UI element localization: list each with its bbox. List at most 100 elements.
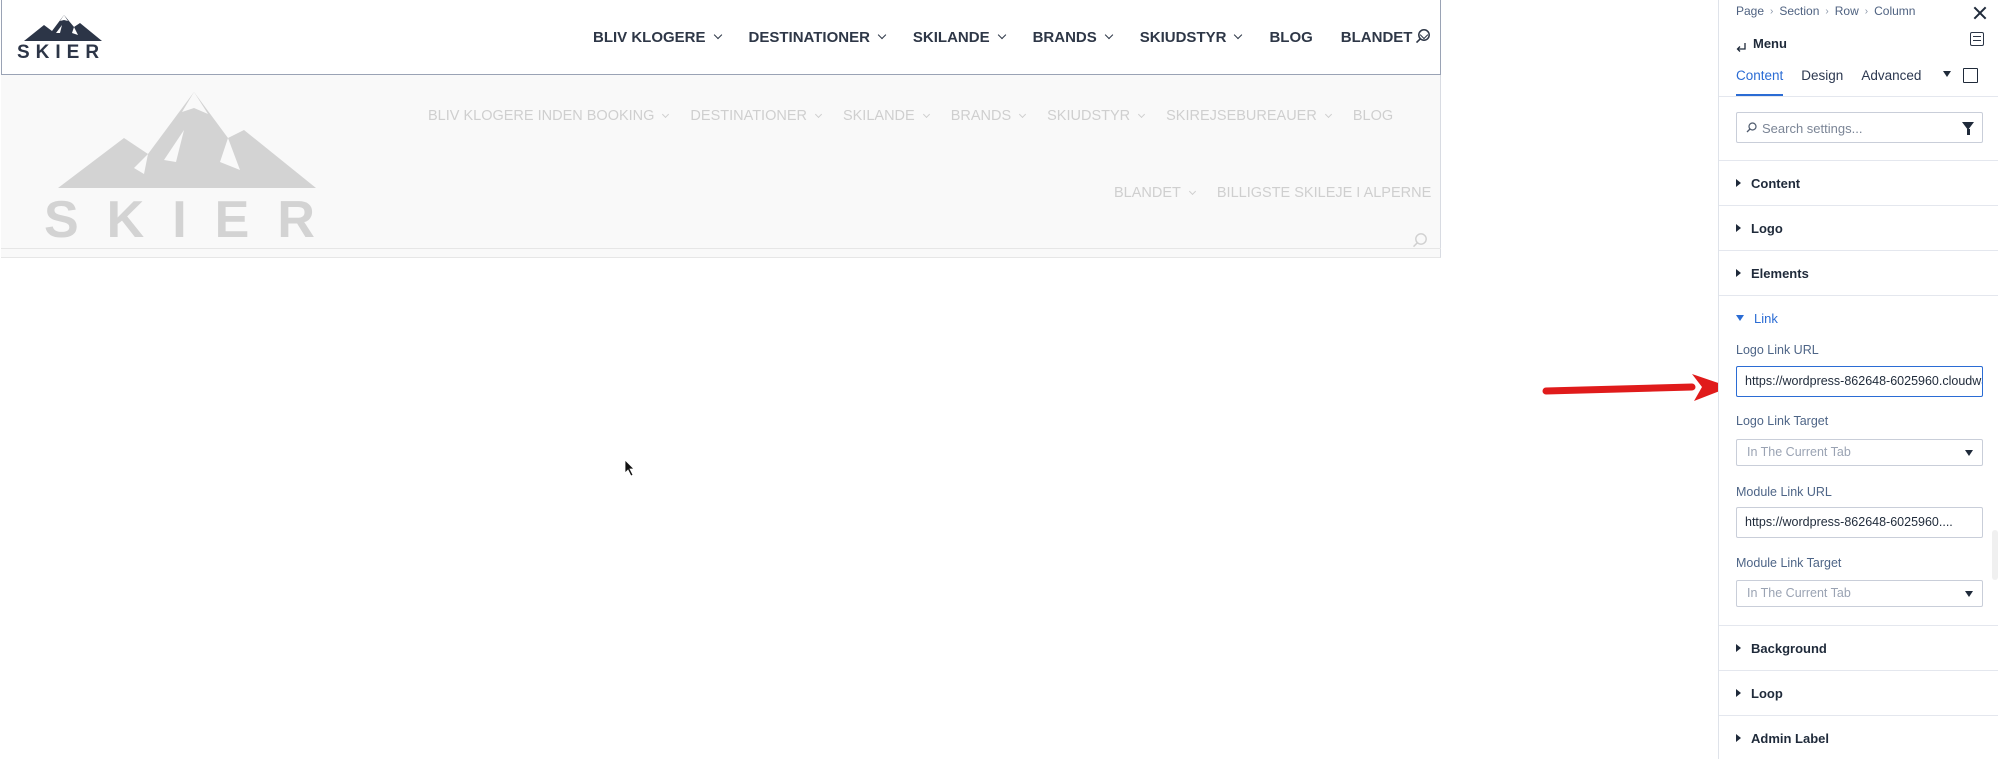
breadcrumb-row[interactable]: Row	[1835, 4, 1859, 18]
nav-item-label: BLOG	[1269, 28, 1313, 46]
mountain-logo-icon	[24, 15, 102, 41]
ghost-nav-item: SKIREJSEBUREAUER	[1166, 108, 1332, 124]
section-elements[interactable]: Elements	[1719, 250, 1998, 295]
chevron-down-icon	[1234, 30, 1243, 40]
filter-icon[interactable]	[1962, 122, 1974, 135]
caret-right-icon	[1736, 179, 1741, 187]
ghost-nav-item: BLANDET	[1114, 185, 1196, 201]
chevron-down-icon	[1965, 591, 1973, 597]
section-label: Elements	[1751, 265, 1809, 281]
ghost-nav-row: BLANDET BILLIGSTE SKILEJE I ALPERNE	[1114, 185, 1453, 201]
ghost-nav-label: SKIREJSEBUREAUER	[1166, 108, 1317, 124]
close-icon[interactable]	[1972, 5, 1988, 21]
main-nav: BLIV KLOGERE DESTINATIONER SKILANDE BRANDS S…	[593, 26, 1441, 48]
ghost-nav-label: BLOG	[1352, 108, 1394, 124]
select-value: In The Current Tab	[1747, 445, 1851, 459]
nav-item-label: BLANDET	[1340, 28, 1413, 46]
ghost-nav-item: BRANDS	[950, 108, 1027, 124]
ghost-nav-label: SKILANDE	[842, 108, 915, 124]
chevron-down-icon	[1965, 450, 1973, 456]
back-arrow-icon[interactable]	[1735, 40, 1747, 52]
caret-right-icon	[1736, 269, 1741, 277]
chevron-right-icon: ›	[1770, 5, 1774, 17]
chevron-down-icon	[662, 110, 670, 119]
section-logo[interactable]: Logo	[1719, 205, 1998, 250]
section-label: Admin Label	[1751, 730, 1830, 746]
logo-text: SKIER	[17, 42, 106, 63]
chevron-down-icon	[1019, 110, 1027, 119]
search-settings-box[interactable]	[1736, 112, 1983, 143]
breadcrumb-section[interactable]: Section	[1779, 4, 1819, 18]
ghost-nav-label: DESTINATIONER	[690, 108, 807, 124]
breadcrumb-page[interactable]: Page	[1736, 4, 1764, 18]
ghost-nav-label: BLANDET	[1114, 185, 1181, 201]
section-label: Background	[1751, 640, 1827, 656]
chevron-down-icon	[997, 30, 1006, 40]
ghost-nav-label: BRANDS	[950, 108, 1012, 124]
mouse-cursor-icon	[624, 459, 635, 477]
ghost-nav-item: BLOG	[1353, 108, 1393, 124]
tab-dropdown-icon[interactable]	[1943, 71, 1951, 77]
site-header: SKIER BLIV KLOGERE DESTINATIONER SKILANDE B…	[1, 0, 1441, 75]
ghost-nav-row: BLIV KLOGERE INDEN BOOKING DESTINATIONER S…	[428, 108, 1415, 124]
ghost-nav-label: BLIV KLOGERE INDEN BOOKING	[428, 108, 655, 124]
nav-item-bliv-klogere[interactable]: BLIV KLOGERE	[593, 29, 722, 46]
logo-link-url-input[interactable]: https://wordpress-862648-6025960.cloudwa…	[1736, 366, 1983, 397]
nav-item-brands[interactable]: BRANDS	[1033, 29, 1114, 46]
nav-item-skilande[interactable]: SKILANDE	[913, 29, 1006, 46]
breadcrumb: Page › Section › Row › Column	[1736, 4, 1915, 18]
module-link-url-label: Module Link URL	[1736, 485, 1832, 499]
section-label: Loop	[1751, 685, 1783, 701]
tab-content[interactable]: Content	[1736, 65, 1784, 96]
breadcrumb-column[interactable]: Column	[1874, 4, 1915, 18]
tab-advanced[interactable]: Advanced	[1861, 65, 1921, 96]
chevron-down-icon	[1138, 110, 1146, 119]
tab-design[interactable]: Design	[1801, 65, 1843, 96]
red-annotation-arrow	[1542, 374, 1730, 401]
section-label: Content	[1751, 175, 1801, 191]
section-content[interactable]: Content	[1719, 160, 1998, 205]
chevron-down-icon	[877, 30, 887, 40]
ghost-nav-label: BILLIGSTE SKILEJE I ALPERNE	[1216, 185, 1432, 201]
section-link[interactable]: Link	[1719, 295, 1998, 340]
ghost-nav-item: BLIV KLOGERE INDEN BOOKING	[428, 108, 670, 124]
chevron-down-icon	[814, 110, 823, 119]
panel-options-icon[interactable]	[1970, 32, 1984, 46]
ghost-logo: SKIER	[44, 90, 316, 249]
module-link-target-select[interactable]: In The Current Tab	[1736, 580, 1983, 607]
scrollbar[interactable]	[1992, 530, 1998, 580]
chevron-down-icon	[922, 110, 930, 119]
section-background[interactable]: Background	[1719, 625, 1998, 670]
ghost-nav-item: SKILANDE	[842, 108, 930, 124]
caret-right-icon	[1736, 224, 1741, 232]
expand-panel-icon[interactable]	[1963, 68, 1978, 83]
settings-panel: Page › Section › Row › Column Menu Content Desi…	[1718, 0, 1998, 759]
logo-link-target-label: Logo Link Target	[1736, 414, 1829, 428]
module-title-text: Menu	[1753, 35, 1787, 51]
chevron-right-icon: ›	[1864, 5, 1869, 17]
search-icon[interactable]	[1415, 28, 1431, 44]
ghost-nav-item: DESTINATIONER	[690, 108, 823, 124]
nav-item-skiudstyr[interactable]: SKIUDSTYR	[1140, 29, 1243, 46]
search-settings-input[interactable]	[1762, 118, 1952, 138]
page-preview: SKIER BLIV KLOGERE DESTINATIONER SKILANDE B…	[0, 0, 1718, 759]
chevron-down-icon	[1324, 110, 1332, 119]
section-loop[interactable]: Loop	[1719, 670, 1998, 715]
caret-right-icon	[1736, 689, 1741, 697]
caret-right-icon	[1736, 734, 1741, 742]
site-logo[interactable]: SKIER	[16, 11, 111, 63]
module-link-target-label: Module Link Target	[1736, 556, 1842, 570]
mountain-logo-icon	[58, 92, 316, 188]
section-label: Link	[1754, 310, 1778, 326]
nav-item-blog[interactable]: BLOG	[1269, 29, 1312, 46]
ghost-nav-item: BILLIGSTE SKILEJE I ALPERNE	[1217, 185, 1431, 201]
section-label: Logo	[1751, 220, 1783, 236]
ghost-nav-label: SKIUDSTYR	[1047, 108, 1131, 124]
section-admin-label[interactable]: Admin Label	[1719, 715, 1998, 759]
logo-link-target-select[interactable]: In The Current Tab	[1736, 439, 1983, 466]
select-value: In The Current Tab	[1747, 586, 1851, 600]
caret-right-icon	[1736, 644, 1741, 652]
module-link-url-input[interactable]: https://wordpress-862648-6025960....	[1736, 507, 1983, 538]
nav-item-destinationer[interactable]: DESTINATIONER	[749, 29, 887, 46]
logo-text: SKIER	[44, 191, 343, 249]
